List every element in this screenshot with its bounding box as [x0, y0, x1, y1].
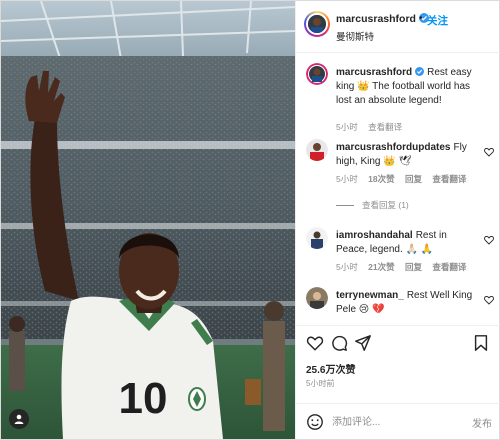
- comment-time: 5小时: [336, 174, 358, 184]
- post-modal: 10 marcusrashford • 关注 曼彻斯特 marcusrashfo…: [0, 0, 500, 440]
- post-comment-button[interactable]: 发布: [472, 415, 492, 430]
- action-bar: [296, 325, 500, 365]
- heart-icon[interactable]: [484, 295, 494, 305]
- reply-button[interactable]: 回复: [405, 262, 422, 272]
- caption-username[interactable]: marcusrashford: [336, 67, 425, 78]
- view-replies-link[interactable]: 查看回复 (1): [336, 199, 409, 211]
- see-translation-link[interactable]: 查看翻译: [432, 174, 466, 184]
- heart-icon[interactable]: [306, 334, 324, 352]
- post-location[interactable]: 曼彻斯特: [336, 29, 374, 43]
- photo-scene: 10: [1, 1, 295, 439]
- reply-button[interactable]: 回复: [405, 174, 422, 184]
- see-translation-link[interactable]: 查看翻译: [432, 262, 466, 272]
- likes-count[interactable]: 25.6万次赞: [306, 361, 355, 376]
- follow-button[interactable]: 关注: [427, 13, 448, 28]
- comment-likes[interactable]: 21次赞: [368, 262, 394, 272]
- bookmark-icon[interactable]: [472, 334, 490, 352]
- jersey-number: 10: [119, 374, 168, 423]
- see-translation-link[interactable]: 查看翻译: [368, 122, 402, 132]
- separator-dot: •: [419, 13, 423, 24]
- share-icon[interactable]: [354, 334, 372, 352]
- post-timestamp[interactable]: 5小时前: [306, 378, 334, 389]
- caption-meta: 5小时 查看翻译: [336, 121, 410, 133]
- comment-meta: 5小时 18次赞 回复 查看翻译: [336, 173, 474, 185]
- comment-time: 5小时: [336, 262, 358, 272]
- comment-input[interactable]: [332, 413, 462, 431]
- comment-list[interactable]: marcusrashford Rest easy king 👑 The footb…: [296, 53, 500, 325]
- comment-likes[interactable]: 18次赞: [368, 174, 394, 184]
- commenter-username[interactable]: terrynewman_: [336, 290, 404, 301]
- tag-user-button[interactable]: [9, 409, 29, 429]
- post-sidebar: marcusrashford • 关注 曼彻斯特 marcusrashford R…: [295, 1, 500, 439]
- commenter-username[interactable]: marcusrashfordupdates: [336, 142, 450, 153]
- post-photo[interactable]: 10: [1, 1, 295, 439]
- commenter-username[interactable]: iamroshandahal: [336, 230, 413, 241]
- emoji-icon[interactable]: [306, 413, 324, 431]
- caption-avatar[interactable]: [306, 63, 328, 85]
- commenter-avatar[interactable]: [306, 139, 328, 161]
- comment-meta: 5小时 21次赞 回复 查看翻译: [336, 261, 474, 273]
- caption-time: 5小时: [336, 122, 358, 132]
- comment-icon[interactable]: [330, 334, 348, 352]
- verified-icon: [415, 67, 425, 76]
- author-avatar[interactable]: [304, 11, 330, 37]
- heart-icon[interactable]: [484, 147, 494, 157]
- post-header: marcusrashford • 关注 曼彻斯特: [296, 1, 500, 53]
- commenter-avatar[interactable]: [306, 287, 328, 309]
- commenter-avatar[interactable]: [306, 227, 328, 249]
- tag-user-icon: [14, 414, 24, 424]
- add-comment-bar: 发布: [296, 403, 500, 439]
- author-username[interactable]: marcusrashford: [336, 13, 429, 25]
- heart-icon[interactable]: [484, 235, 494, 245]
